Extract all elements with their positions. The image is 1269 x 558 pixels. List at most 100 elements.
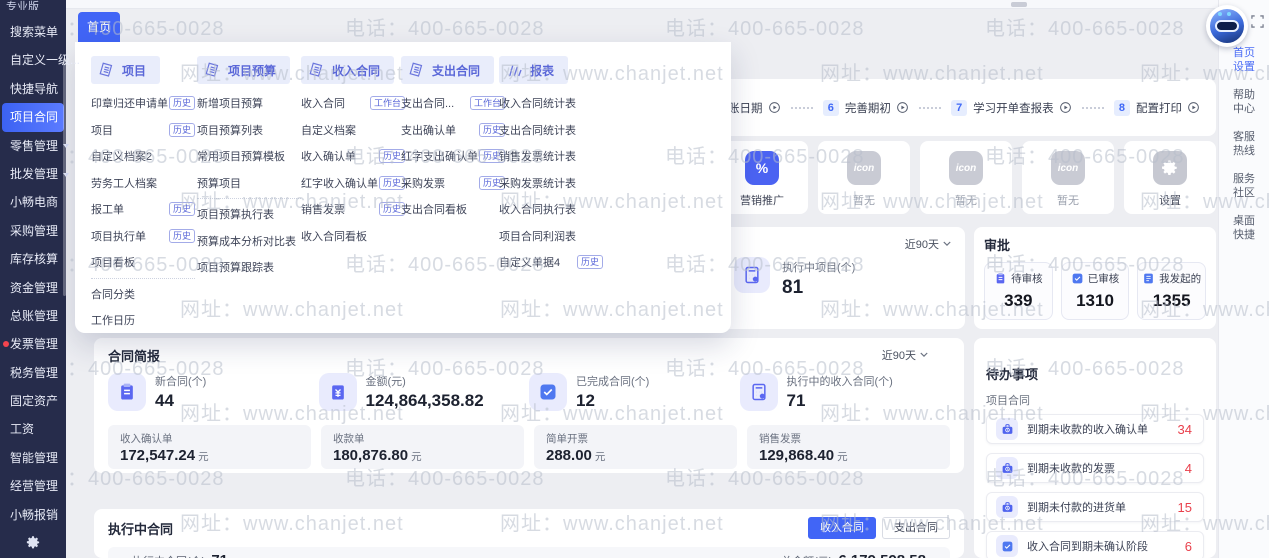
menu-item[interactable]: 采购发票 历史 [401, 175, 505, 190]
menu-item[interactable]: 收入合同统计表 [499, 96, 603, 111]
menu-item[interactable]: 项目合同利润表 [499, 228, 603, 243]
sidebar-item-经营管理[interactable]: 经营管理 [0, 472, 66, 500]
sidebar-item-项目合同[interactable]: 项目合同 [2, 103, 64, 132]
menu-item[interactable]: 采购发票统计表 [499, 175, 603, 190]
income-contract-button[interactable]: 收入合同 [808, 517, 876, 539]
brief-substat-销售发票[interactable]: 销售发票 129,868.40 元 [747, 425, 950, 469]
menu-item[interactable]: 印章归还申请单 历史 [91, 96, 195, 111]
brief-stat-新合同(个)[interactable]: 新合同(个) 44 [108, 373, 319, 411]
menu-category-收入合同[interactable]: 收入合同 [301, 56, 395, 84]
expense-contract-button[interactable]: 支出合同 [882, 517, 950, 539]
menu-item[interactable]: 销售发票统计表 [499, 149, 603, 164]
menu-item[interactable]: 支出确认单 历史 [401, 122, 505, 137]
sidebar-item-资金管理[interactable]: 资金管理 [0, 274, 66, 302]
menu-item[interactable]: 常用项目预算模板 [197, 149, 301, 164]
menu-item-badge: 历史 [576, 255, 603, 269]
brief-stat-已完成合同(个)[interactable]: 已完成合同(个) 12 [529, 373, 740, 411]
menu-item[interactable]: 项目预算列表 [197, 122, 301, 137]
menu-category-项目[interactable]: 项目 [91, 56, 161, 84]
sidebar-item-自定义一级...[interactable]: 自定义一级... [0, 46, 80, 74]
menu-item[interactable]: 支出合同统计表 [499, 122, 603, 137]
menu-item[interactable]: 项目执行单 历史 [91, 228, 195, 243]
shortcut-card-暂无[interactable]: icon 暂无 [920, 141, 1012, 214]
sidebar-item-小畅报销[interactable]: 小畅报销 [0, 501, 66, 529]
menu-item[interactable]: 红字收入确认单 历史 [301, 175, 405, 190]
menu-item-label: 项目预算跟踪表 [197, 262, 274, 274]
range-selector[interactable]: 近90天 [905, 236, 951, 252]
menu-category-报表[interactable]: 报表 [499, 56, 569, 84]
menu-category-项目预算[interactable]: 项目预算 [197, 56, 291, 84]
menu-item[interactable]: 自定义档案2 [91, 149, 195, 164]
todo-item-到期未收款的发票[interactable]: 到期未收款的发票 4 [986, 453, 1204, 483]
sidebar-item-搜索菜单[interactable]: 搜索菜单 [0, 18, 66, 46]
menu-item[interactable]: 预算项目 [197, 175, 301, 190]
menu-item[interactable]: 项目预算跟踪表 [197, 260, 301, 275]
menu-item[interactable]: 支出合同看板 [401, 202, 505, 217]
sidebar-item-智能管理[interactable]: 智能管理 [0, 444, 66, 472]
sidebar-item-快捷导航[interactable]: 快捷导航 [0, 75, 66, 103]
rail-item-帮助中心[interactable]: 帮助中心 [1229, 88, 1259, 116]
menu-item[interactable]: 收入合同执行表 [499, 202, 603, 217]
menu-item[interactable]: 新增项目预算 [197, 96, 301, 111]
sidebar-gear-icon[interactable] [0, 535, 66, 555]
sidebar-item-税务管理[interactable]: 税务管理 [0, 359, 66, 387]
sidebar-scrollbar[interactable] [63, 58, 66, 296]
menu-item[interactable]: 项目看板 [91, 255, 195, 270]
menu-item[interactable]: 预算成本分析对比表 [197, 233, 301, 248]
menu-item[interactable]: 销售发票 历史 [301, 202, 405, 217]
rail-item-服务社区[interactable]: 服务社区 [1229, 172, 1259, 200]
fullscreen-icon[interactable] [1251, 15, 1264, 33]
rail-item-客服热线[interactable]: 客服热线 [1229, 130, 1259, 158]
menu-item[interactable]: 劳务工人档案 [91, 175, 195, 190]
onboarding-step[interactable]: 8 配置打印 [1113, 99, 1200, 116]
executing-projects-metric[interactable]: 执行中项目(个) 81 [782, 259, 855, 299]
sidebar-item-固定资产[interactable]: 固定资产 [0, 387, 66, 415]
sidebar-item-库存核算[interactable]: 库存核算 [0, 245, 66, 273]
robot-face [1210, 9, 1244, 43]
tab-home[interactable]: 首页 [78, 12, 120, 42]
brief-substat-收款单[interactable]: 收款单 180,876.80 元 [321, 425, 524, 469]
todo-item-到期未付款的进货单[interactable]: 到期未付款的进货单 15 [986, 492, 1204, 522]
menu-item[interactable]: 收入合同看板 [301, 228, 405, 243]
approval-stat-已审核[interactable]: 已审核 1310 [1060, 262, 1130, 320]
onboarding-step[interactable]: 6 完善期初 [822, 99, 909, 116]
approval-stat-待审核[interactable]: 待审核 339 [984, 262, 1053, 320]
menu-item[interactable]: 项目 历史 [91, 122, 195, 137]
rail-item-桌面快捷[interactable]: 桌面快捷 [1229, 214, 1259, 242]
menu-item[interactable]: 自定义单据4 历史 [499, 255, 603, 270]
todo-item-到期未收款的收入确认单[interactable]: 到期未收款的收入确认单 34 [986, 414, 1204, 444]
shortcut-card-暂无[interactable]: icon 暂无 [1022, 141, 1114, 214]
clipboard-icon [108, 373, 146, 411]
menu-item[interactable]: 收入确认单 历史 [301, 149, 405, 164]
menu-item[interactable]: 自定义档案 [301, 122, 405, 137]
brief-stat-执行中的收入合同(个)[interactable]: 执行中的收入合同(个) 71 [739, 373, 951, 411]
menu-item[interactable]: 支出合同... 工作台 [401, 96, 505, 111]
brief-substat-简单开票[interactable]: 简单开票 288.00 元 [534, 425, 737, 469]
onboarding-steps: 账日期 6 完善期初 7 学习开单查报表 8 配置打印 [712, 79, 1216, 136]
onboarding-step[interactable]: 7 学习开单查报表 [951, 99, 1072, 116]
sidebar-item-工资[interactable]: 工资 [0, 415, 66, 443]
brief-stat-label: 已完成合同(个) [576, 376, 650, 388]
assistant-robot-icon[interactable] [1206, 5, 1248, 47]
menu-item[interactable]: 工作日历 [91, 313, 195, 328]
sidebar-item-零售管理[interactable]: 零售管理 [0, 132, 70, 160]
range-selector[interactable]: 近90天 [882, 347, 928, 363]
rail-item-首页设置[interactable]: 首页设置 [1229, 46, 1259, 74]
shortcut-card-暂无[interactable]: icon 暂无 [818, 141, 910, 214]
menu-item[interactable]: 收入合同 工作台 [301, 96, 405, 111]
menu-category-支出合同[interactable]: 支出合同 [401, 56, 495, 84]
menu-item[interactable]: 报工单 历史 [91, 202, 195, 217]
sidebar-item-批发管理[interactable]: 批发管理 [0, 160, 70, 188]
sidebar-item-小畅电商[interactable]: 小畅电商 [0, 188, 66, 216]
brief-substat-收入确认单[interactable]: 收入确认单 172,547.24 元 [108, 425, 311, 469]
sidebar-item-采购管理[interactable]: 采购管理 [0, 217, 66, 245]
menu-item[interactable]: 项目预算执行表 [197, 207, 301, 222]
menu-item[interactable]: 红字支出确认单 历史 [401, 149, 505, 164]
sidebar-item-发票管理[interactable]: 发票管理 [0, 330, 66, 358]
approval-stat-我发起的[interactable]: 我发起的 1355 [1137, 262, 1207, 320]
brief-stat-金额(元)[interactable]: 金额(元) 124,864,358.82 [318, 373, 530, 411]
todo-item-收入合同到期未确认阶段[interactable]: 收入合同到期未确认阶段 6 [986, 531, 1204, 558]
menu-item[interactable]: 合同分类 [91, 286, 195, 301]
shortcut-card-设置[interactable]: 设置 [1124, 141, 1216, 214]
sidebar-item-总账管理[interactable]: 总账管理 [0, 302, 66, 330]
